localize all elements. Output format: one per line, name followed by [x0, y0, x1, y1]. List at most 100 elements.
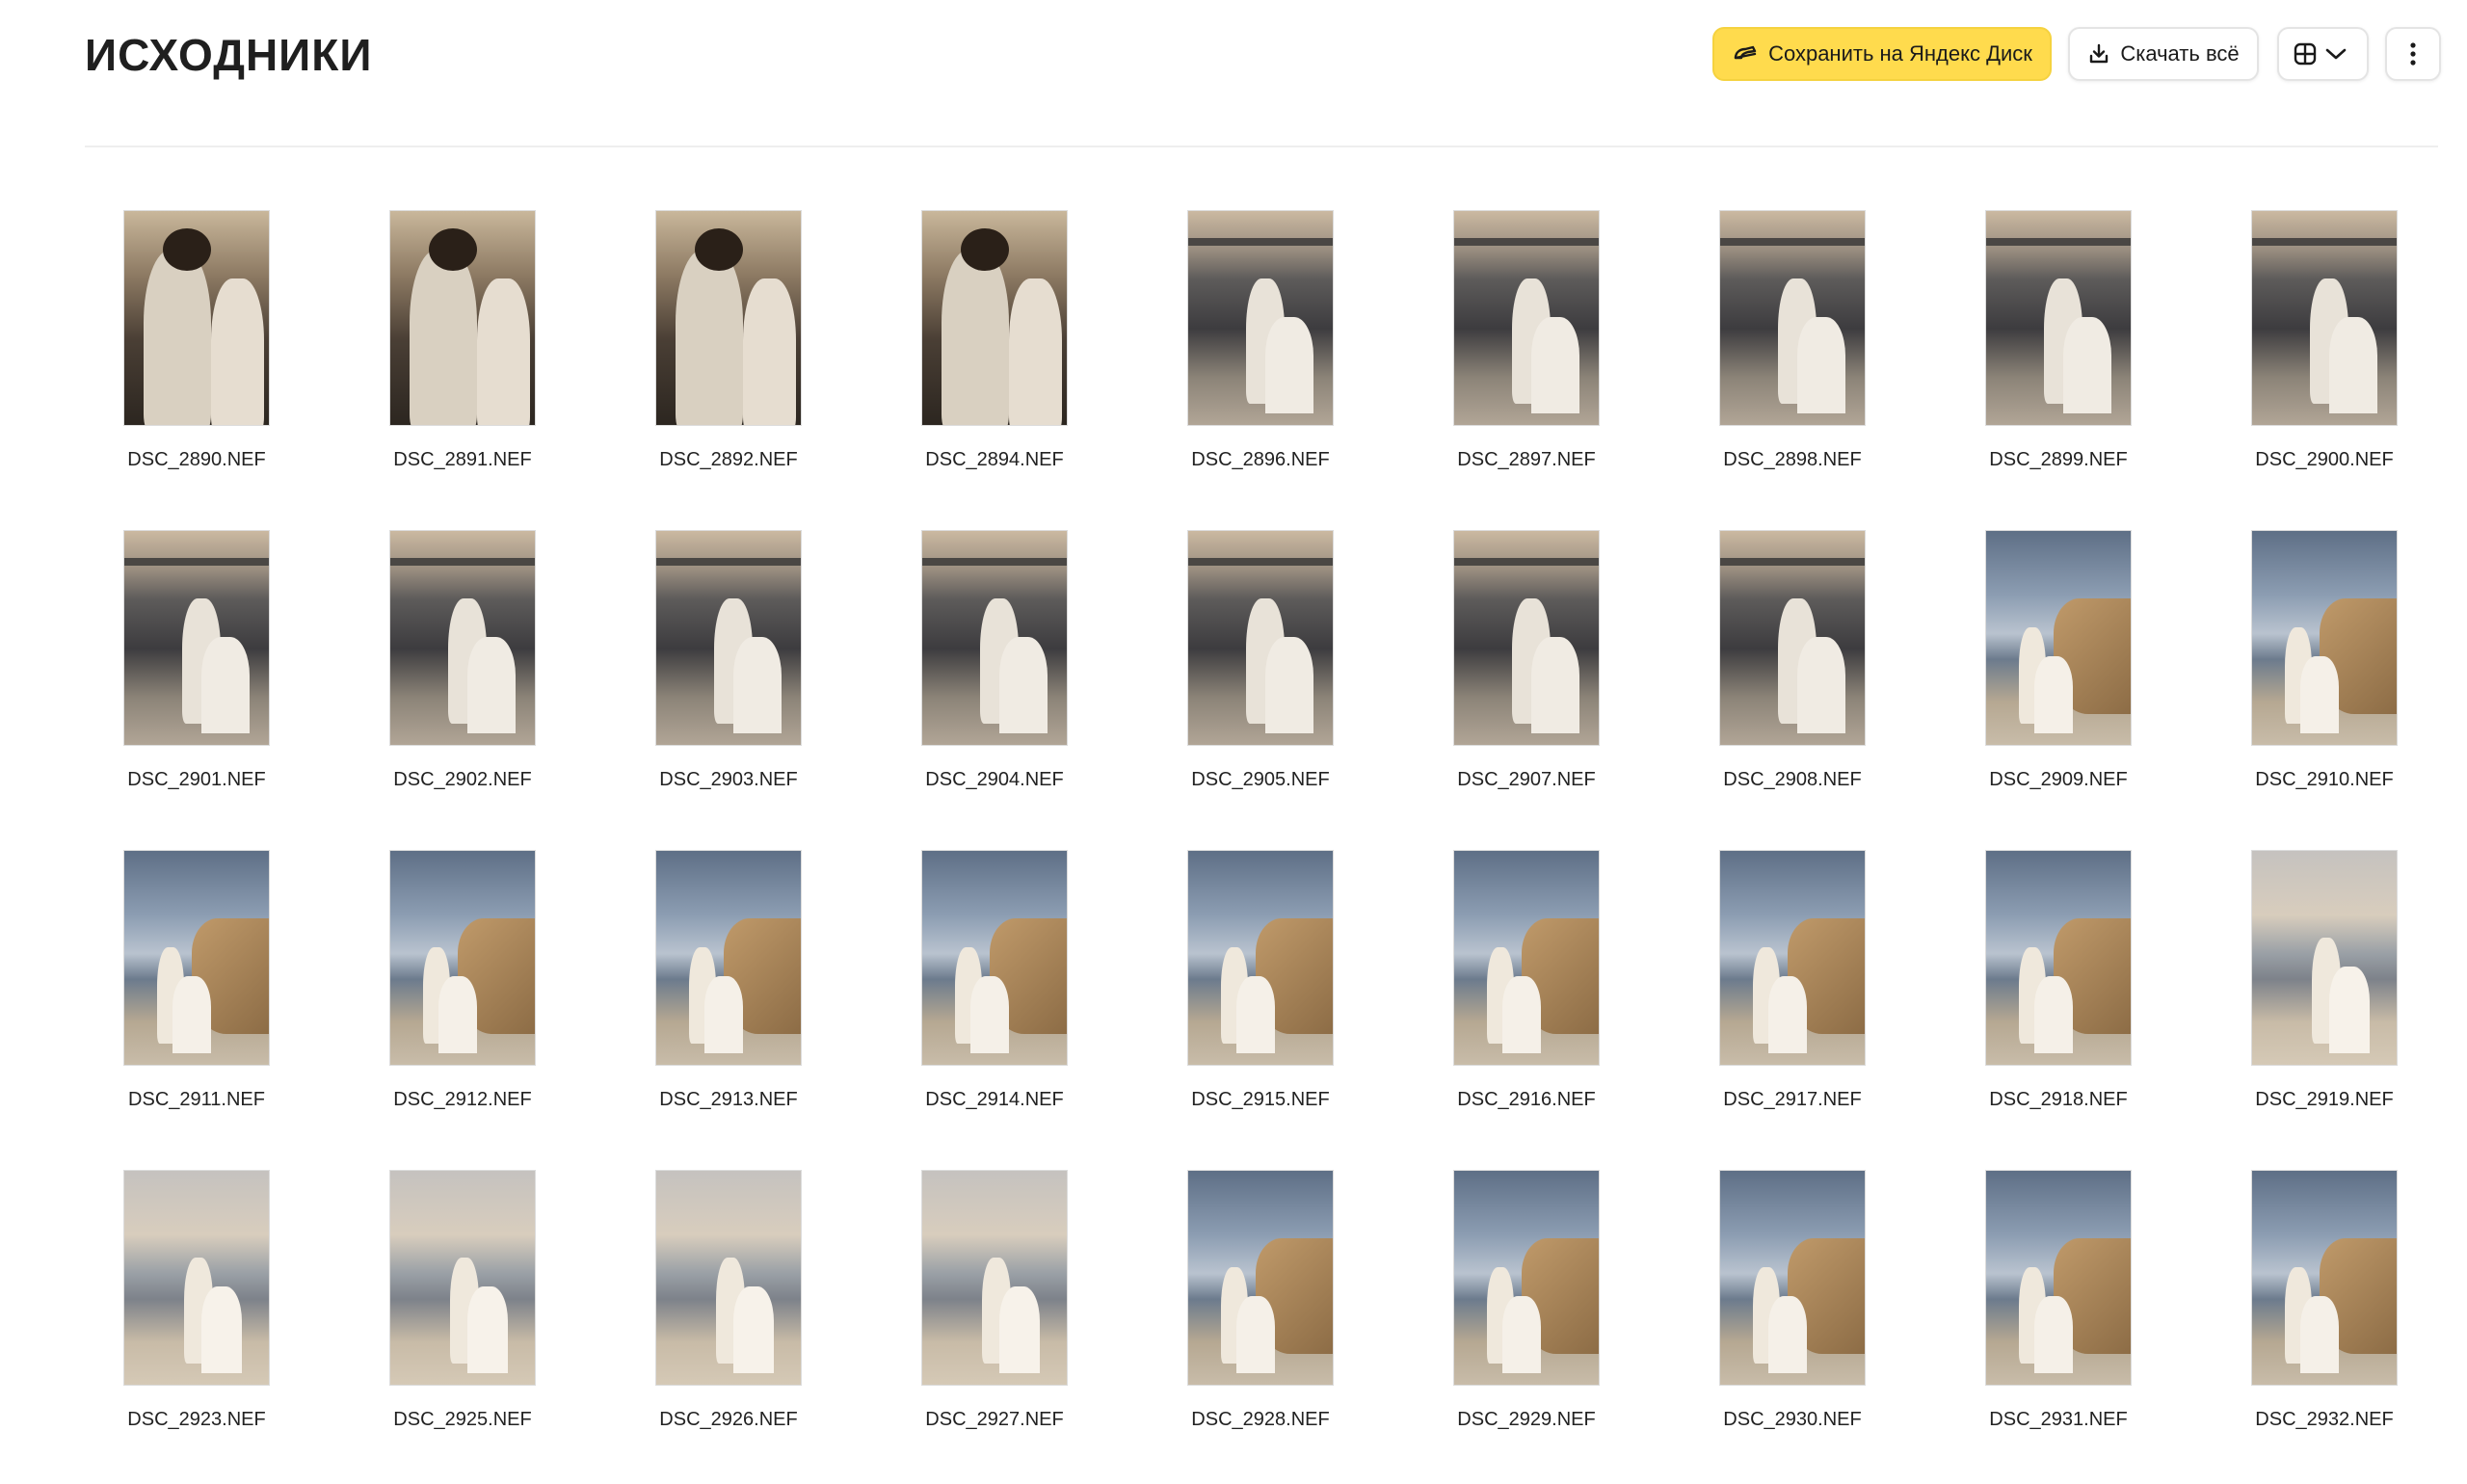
file-name[interactable]: DSC_2916.NEF	[1415, 1089, 1638, 1111]
file-name[interactable]: DSC_2907.NEF	[1415, 769, 1638, 791]
file-item[interactable]: DSC_2894.NEF	[883, 204, 1149, 524]
file-thumbnail[interactable]	[655, 850, 802, 1066]
file-name[interactable]: DSC_2918.NEF	[1947, 1089, 2170, 1111]
file-item[interactable]: DSC_2928.NEF	[1149, 1164, 1415, 1484]
file-name[interactable]: DSC_2925.NEF	[351, 1409, 574, 1431]
file-thumbnail[interactable]	[1985, 530, 2132, 746]
file-name[interactable]: DSC_2931.NEF	[1947, 1409, 2170, 1431]
file-name[interactable]: DSC_2902.NEF	[351, 769, 574, 791]
file-thumbnail[interactable]	[1187, 530, 1334, 746]
file-thumbnail[interactable]	[389, 210, 536, 426]
file-thumbnail[interactable]	[1187, 1170, 1334, 1386]
file-item[interactable]: DSC_2890.NEF	[85, 204, 351, 524]
file-item[interactable]: DSC_2907.NEF	[1415, 524, 1681, 844]
file-item[interactable]: DSC_2911.NEF	[85, 844, 351, 1164]
file-item[interactable]: DSC_2932.NEF	[2213, 1164, 2467, 1484]
file-thumbnail[interactable]	[123, 850, 270, 1066]
file-name[interactable]: DSC_2910.NEF	[2213, 769, 2436, 791]
file-item[interactable]: DSC_2931.NEF	[1947, 1164, 2213, 1484]
file-thumbnail[interactable]	[1187, 850, 1334, 1066]
file-thumbnail[interactable]	[921, 850, 1068, 1066]
file-thumbnail[interactable]	[655, 530, 802, 746]
file-thumbnail[interactable]	[1187, 210, 1334, 426]
file-name[interactable]: DSC_2908.NEF	[1681, 769, 1904, 791]
file-name[interactable]: DSC_2897.NEF	[1415, 449, 1638, 471]
file-thumbnail[interactable]	[921, 1170, 1068, 1386]
file-thumbnail[interactable]	[921, 530, 1068, 746]
file-thumbnail[interactable]	[1453, 850, 1600, 1066]
file-item[interactable]: DSC_2930.NEF	[1681, 1164, 1947, 1484]
file-thumbnail[interactable]	[2251, 850, 2398, 1066]
file-thumbnail[interactable]	[123, 1170, 270, 1386]
file-thumbnail[interactable]	[1453, 530, 1600, 746]
file-name[interactable]: DSC_2923.NEF	[85, 1409, 308, 1431]
file-thumbnail[interactable]	[123, 210, 270, 426]
file-item[interactable]: DSC_2902.NEF	[351, 524, 617, 844]
file-name[interactable]: DSC_2892.NEF	[617, 449, 840, 471]
save-to-disk-button[interactable]: Сохранить на Яндекс Диск	[1712, 27, 2052, 81]
file-item[interactable]: DSC_2929.NEF	[1415, 1164, 1681, 1484]
file-thumbnail[interactable]	[389, 1170, 536, 1386]
file-item[interactable]: DSC_2898.NEF	[1681, 204, 1947, 524]
file-name[interactable]: DSC_2912.NEF	[351, 1089, 574, 1111]
file-thumbnail[interactable]	[1719, 210, 1866, 426]
file-item[interactable]: DSC_2910.NEF	[2213, 524, 2467, 844]
file-name[interactable]: DSC_2899.NEF	[1947, 449, 2170, 471]
file-name[interactable]: DSC_2913.NEF	[617, 1089, 840, 1111]
file-item[interactable]: DSC_2892.NEF	[617, 204, 883, 524]
view-mode-button[interactable]	[2277, 27, 2369, 81]
file-item[interactable]: DSC_2926.NEF	[617, 1164, 883, 1484]
file-thumbnail[interactable]	[2251, 1170, 2398, 1386]
file-item[interactable]: DSC_2900.NEF	[2213, 204, 2467, 524]
file-item[interactable]: DSC_2916.NEF	[1415, 844, 1681, 1164]
file-thumbnail[interactable]	[1719, 1170, 1866, 1386]
file-name[interactable]: DSC_2919.NEF	[2213, 1089, 2436, 1111]
file-name[interactable]: DSC_2898.NEF	[1681, 449, 1904, 471]
file-item[interactable]: DSC_2899.NEF	[1947, 204, 2213, 524]
file-item[interactable]: DSC_2913.NEF	[617, 844, 883, 1164]
file-thumbnail[interactable]	[1719, 530, 1866, 746]
file-name[interactable]: DSC_2901.NEF	[85, 769, 308, 791]
file-item[interactable]: DSC_2897.NEF	[1415, 204, 1681, 524]
file-item[interactable]: DSC_2925.NEF	[351, 1164, 617, 1484]
file-item[interactable]: DSC_2904.NEF	[883, 524, 1149, 844]
file-item[interactable]: DSC_2901.NEF	[85, 524, 351, 844]
file-name[interactable]: DSC_2926.NEF	[617, 1409, 840, 1431]
file-thumbnail[interactable]	[1453, 1170, 1600, 1386]
file-item[interactable]: DSC_2915.NEF	[1149, 844, 1415, 1164]
file-thumbnail[interactable]	[2251, 530, 2398, 746]
file-item[interactable]: DSC_2914.NEF	[883, 844, 1149, 1164]
file-thumbnail[interactable]	[1719, 850, 1866, 1066]
file-name[interactable]: DSC_2914.NEF	[883, 1089, 1106, 1111]
file-thumbnail[interactable]	[2251, 210, 2398, 426]
file-item[interactable]: DSC_2927.NEF	[883, 1164, 1149, 1484]
file-thumbnail[interactable]	[1453, 210, 1600, 426]
file-item[interactable]: DSC_2917.NEF	[1681, 844, 1947, 1164]
file-thumbnail[interactable]	[1985, 210, 2132, 426]
file-item[interactable]: DSC_2909.NEF	[1947, 524, 2213, 844]
file-name[interactable]: DSC_2896.NEF	[1149, 449, 1372, 471]
file-item[interactable]: DSC_2891.NEF	[351, 204, 617, 524]
file-item[interactable]: DSC_2903.NEF	[617, 524, 883, 844]
file-thumbnail[interactable]	[1985, 850, 2132, 1066]
file-item[interactable]: DSC_2919.NEF	[2213, 844, 2467, 1164]
file-name[interactable]: DSC_2905.NEF	[1149, 769, 1372, 791]
file-name[interactable]: DSC_2891.NEF	[351, 449, 574, 471]
file-name[interactable]: DSC_2890.NEF	[85, 449, 308, 471]
file-name[interactable]: DSC_2928.NEF	[1149, 1409, 1372, 1431]
file-name[interactable]: DSC_2911.NEF	[85, 1089, 308, 1111]
file-name[interactable]: DSC_2917.NEF	[1681, 1089, 1904, 1111]
file-item[interactable]: DSC_2908.NEF	[1681, 524, 1947, 844]
file-name[interactable]: DSC_2903.NEF	[617, 769, 840, 791]
file-thumbnail[interactable]	[921, 210, 1068, 426]
file-name[interactable]: DSC_2927.NEF	[883, 1409, 1106, 1431]
file-thumbnail[interactable]	[655, 1170, 802, 1386]
file-name[interactable]: DSC_2909.NEF	[1947, 769, 2170, 791]
file-thumbnail[interactable]	[123, 530, 270, 746]
file-name[interactable]: DSC_2900.NEF	[2213, 449, 2436, 471]
file-item[interactable]: DSC_2905.NEF	[1149, 524, 1415, 844]
file-name[interactable]: DSC_2894.NEF	[883, 449, 1106, 471]
more-options-button[interactable]	[2385, 27, 2441, 81]
file-item[interactable]: DSC_2912.NEF	[351, 844, 617, 1164]
file-name[interactable]: DSC_2904.NEF	[883, 769, 1106, 791]
